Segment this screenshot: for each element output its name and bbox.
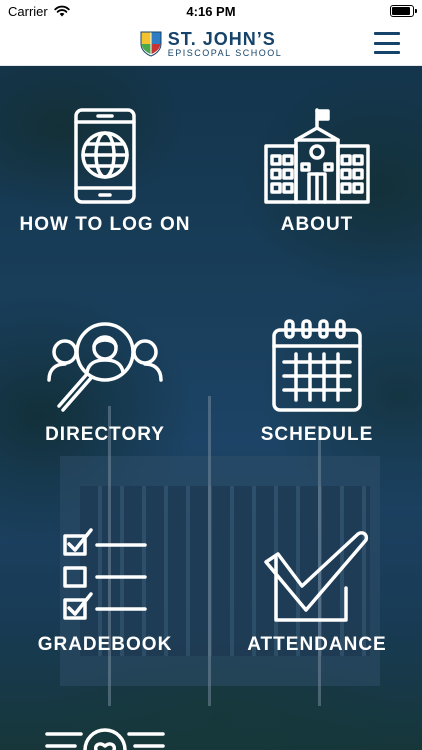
hamburger-menu-icon[interactable]	[374, 32, 400, 54]
menu-line	[374, 41, 400, 45]
logo-subtitle: EPISCOPAL SCHOOL	[167, 47, 283, 58]
tile-label: SCHEDULE	[260, 424, 374, 445]
tile-attendance[interactable]: ATTENDANCE	[222, 528, 412, 656]
checklist-icon	[63, 528, 147, 620]
main-content: HOW TO LOG ON ABOUT DIRECTORY SCHEDULE G…	[0, 66, 422, 750]
calendar-icon	[272, 319, 362, 412]
school-building-icon	[264, 108, 370, 204]
phone-globe-icon	[74, 108, 136, 204]
tile-label: ATTENDANCE	[247, 634, 387, 655]
tile-schedule[interactable]: SCHEDULE	[222, 318, 412, 446]
checkmark-box-icon	[264, 531, 369, 622]
battery-icon	[390, 5, 417, 17]
heart-lines-icon	[45, 728, 165, 750]
menu-line	[374, 32, 400, 35]
menu-line	[374, 51, 400, 54]
tile-label: DIRECTORY	[45, 424, 165, 445]
tile-heart-lines[interactable]	[10, 726, 200, 750]
school-logo[interactable]: ST. JOHN’S EPISCOPAL SCHOOL	[140, 30, 283, 58]
tile-label: ABOUT	[280, 214, 354, 235]
app-header: ST. JOHN’S EPISCOPAL SCHOOL	[0, 22, 422, 66]
people-search-icon	[47, 322, 163, 412]
tile-directory[interactable]: DIRECTORY	[10, 318, 200, 446]
tile-how-to-log-on[interactable]: HOW TO LOG ON	[10, 108, 200, 236]
tile-about[interactable]: ABOUT	[222, 108, 412, 236]
logo-name: ST. JOHN’S	[167, 28, 276, 49]
tile-gradebook[interactable]: GRADEBOOK	[10, 528, 200, 656]
shield-logo-icon	[140, 31, 162, 57]
status-bar: Carrier 4:16 PM	[0, 0, 422, 22]
tile-label: GRADEBOOK	[37, 634, 173, 655]
status-time: 4:16 PM	[186, 3, 236, 19]
battery-fill	[392, 7, 410, 15]
tile-label: HOW TO LOG ON	[19, 214, 191, 235]
logo-text: ST. JOHN’S EPISCOPAL SCHOOL	[168, 30, 283, 58]
